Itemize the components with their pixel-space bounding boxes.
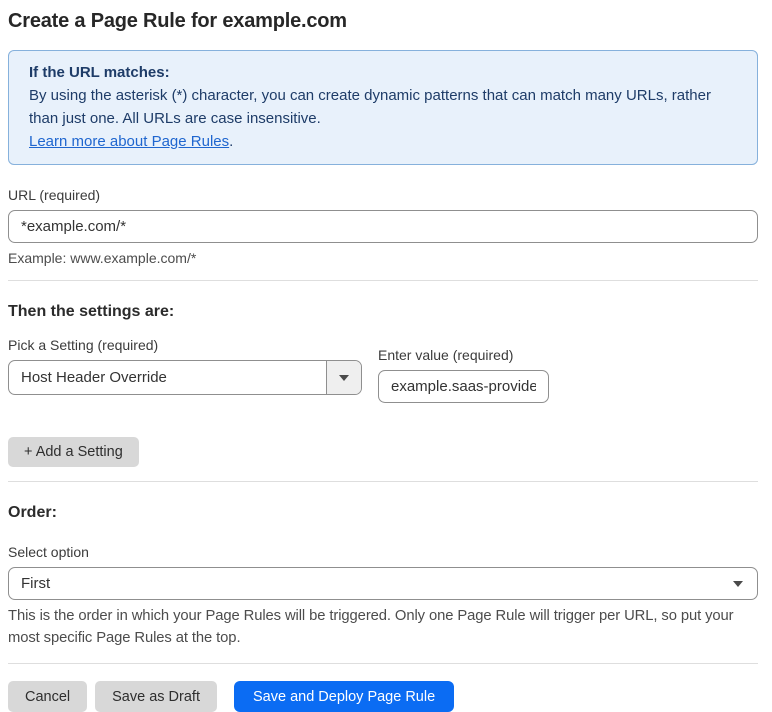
pick-setting-column: Pick a Setting (required) Host Header Ov… [8,321,362,395]
chevron-down-icon [339,374,349,381]
save-deploy-button[interactable]: Save and Deploy Page Rule [233,681,455,712]
pick-setting-select[interactable]: Host Header Override [8,360,362,395]
order-heading: Order: [8,504,57,521]
pick-setting-value: Host Header Override [21,369,167,386]
create-page-rule-form: Create a Page Rule for example.com If th… [0,0,766,712]
settings-heading: Then the settings are: [8,303,175,320]
select-option-label: Select option [8,544,89,560]
enter-value-column: Enter value (required) [378,321,549,403]
divider [8,663,758,664]
page-title: Create a Page Rule for example.com [8,10,347,32]
footer-button-row: Cancel Save as Draft Save and Deploy Pag… [8,681,752,712]
divider [8,481,758,482]
chevron-down-icon [733,580,743,587]
info-box-heading: If the URL matches: [29,64,170,81]
info-box-link-line: Learn more about Page Rules. [29,130,737,153]
url-label: URL (required) [8,187,101,203]
cancel-button[interactable]: Cancel [8,681,88,712]
order-select-value: First [21,575,51,592]
url-example-text: Example: www.example.com/* [8,250,197,266]
save-draft-button[interactable]: Save as Draft [95,681,217,712]
pick-setting-label: Pick a Setting (required) [8,337,159,353]
dropdown-arrow-button[interactable] [326,361,361,394]
order-select[interactable]: First [8,567,758,600]
enter-value-label: Enter value (required) [378,347,514,363]
order-helper-text: This is the order in which your Page Rul… [8,608,734,646]
url-input[interactable] [8,210,758,243]
url-matches-info-box: If the URL matches: By using the asteris… [8,50,758,165]
link-period: . [229,133,234,150]
add-setting-button[interactable]: + Add a Setting [8,437,139,467]
learn-more-link[interactable]: Learn more about Page Rules [29,133,229,150]
setting-value-input[interactable] [378,370,549,403]
divider [8,280,758,281]
info-box-body: By using the asterisk (*) character, you… [29,87,711,127]
settings-row: Pick a Setting (required) Host Header Ov… [8,321,752,403]
